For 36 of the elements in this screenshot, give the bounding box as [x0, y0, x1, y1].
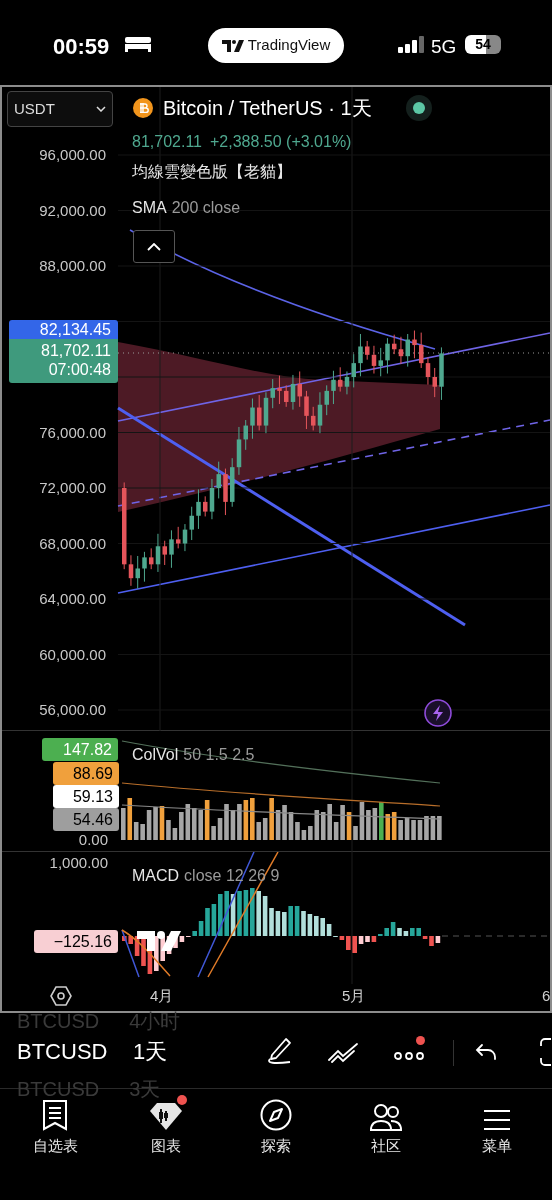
volume-value-tag: 147.82 [42, 738, 118, 761]
volume-value-tag: 59.13 [53, 785, 119, 808]
indicator-legend: 均線雲變色版【老貓】 [132, 161, 292, 183]
volume-value-tag: 88.69 [53, 762, 119, 785]
price-axis-label: 72,000.00 [39, 478, 106, 498]
volume-axis-label: 0.00 [78, 831, 108, 849]
bar-countdown: 07:00:48 [48, 360, 111, 379]
quote-change: +2,388.50 (+3.01%) [210, 132, 352, 152]
last-price: 81,702.11 [41, 341, 111, 360]
time-axis-label: 4月 [150, 986, 174, 1006]
price-axis-label: 56,000.00 [39, 700, 106, 720]
quote-price: 81,702.11 [132, 132, 202, 152]
time-axis-label: 6 [542, 986, 551, 1006]
high-price-tag: 82,134.45 [9, 320, 118, 339]
indicator-params: close 12 26 9 [184, 866, 280, 886]
battery-level: 54 [475, 35, 491, 54]
indicator-params: 50 1.5 2.5 [183, 745, 255, 765]
macd-value-tag: −125.16 [34, 930, 118, 953]
volume-value-tag: 54.46 [53, 808, 119, 831]
indicator-name: ColVol [132, 745, 179, 765]
price-axis-label: 68,000.00 [39, 533, 106, 554]
app-pill-label: TradingView [247, 35, 331, 56]
price-axis-label: 92,000.00 [39, 200, 106, 221]
clock-time: 00:59 [53, 33, 110, 61]
macd-axis-label: 1,000.00 [49, 853, 108, 873]
network-label: 5G [431, 35, 457, 59]
price-axis-label: 88,000.00 [39, 256, 106, 276]
indicator-params: 200 close [171, 198, 241, 218]
time-axis-label: 5月 [342, 986, 366, 1006]
price-axis-label: 96,000.00 [39, 145, 106, 165]
price-axis-label: 60,000.00 [39, 644, 106, 665]
price-axis-label: 64,000.00 [39, 589, 106, 609]
symbol-title: Bitcoin / TetherUS · 1天 [163, 96, 372, 120]
indicator-name: SMA [132, 198, 167, 218]
indicator-name: MACD [132, 866, 180, 886]
price-axis-label: 76,000.00 [39, 422, 106, 443]
